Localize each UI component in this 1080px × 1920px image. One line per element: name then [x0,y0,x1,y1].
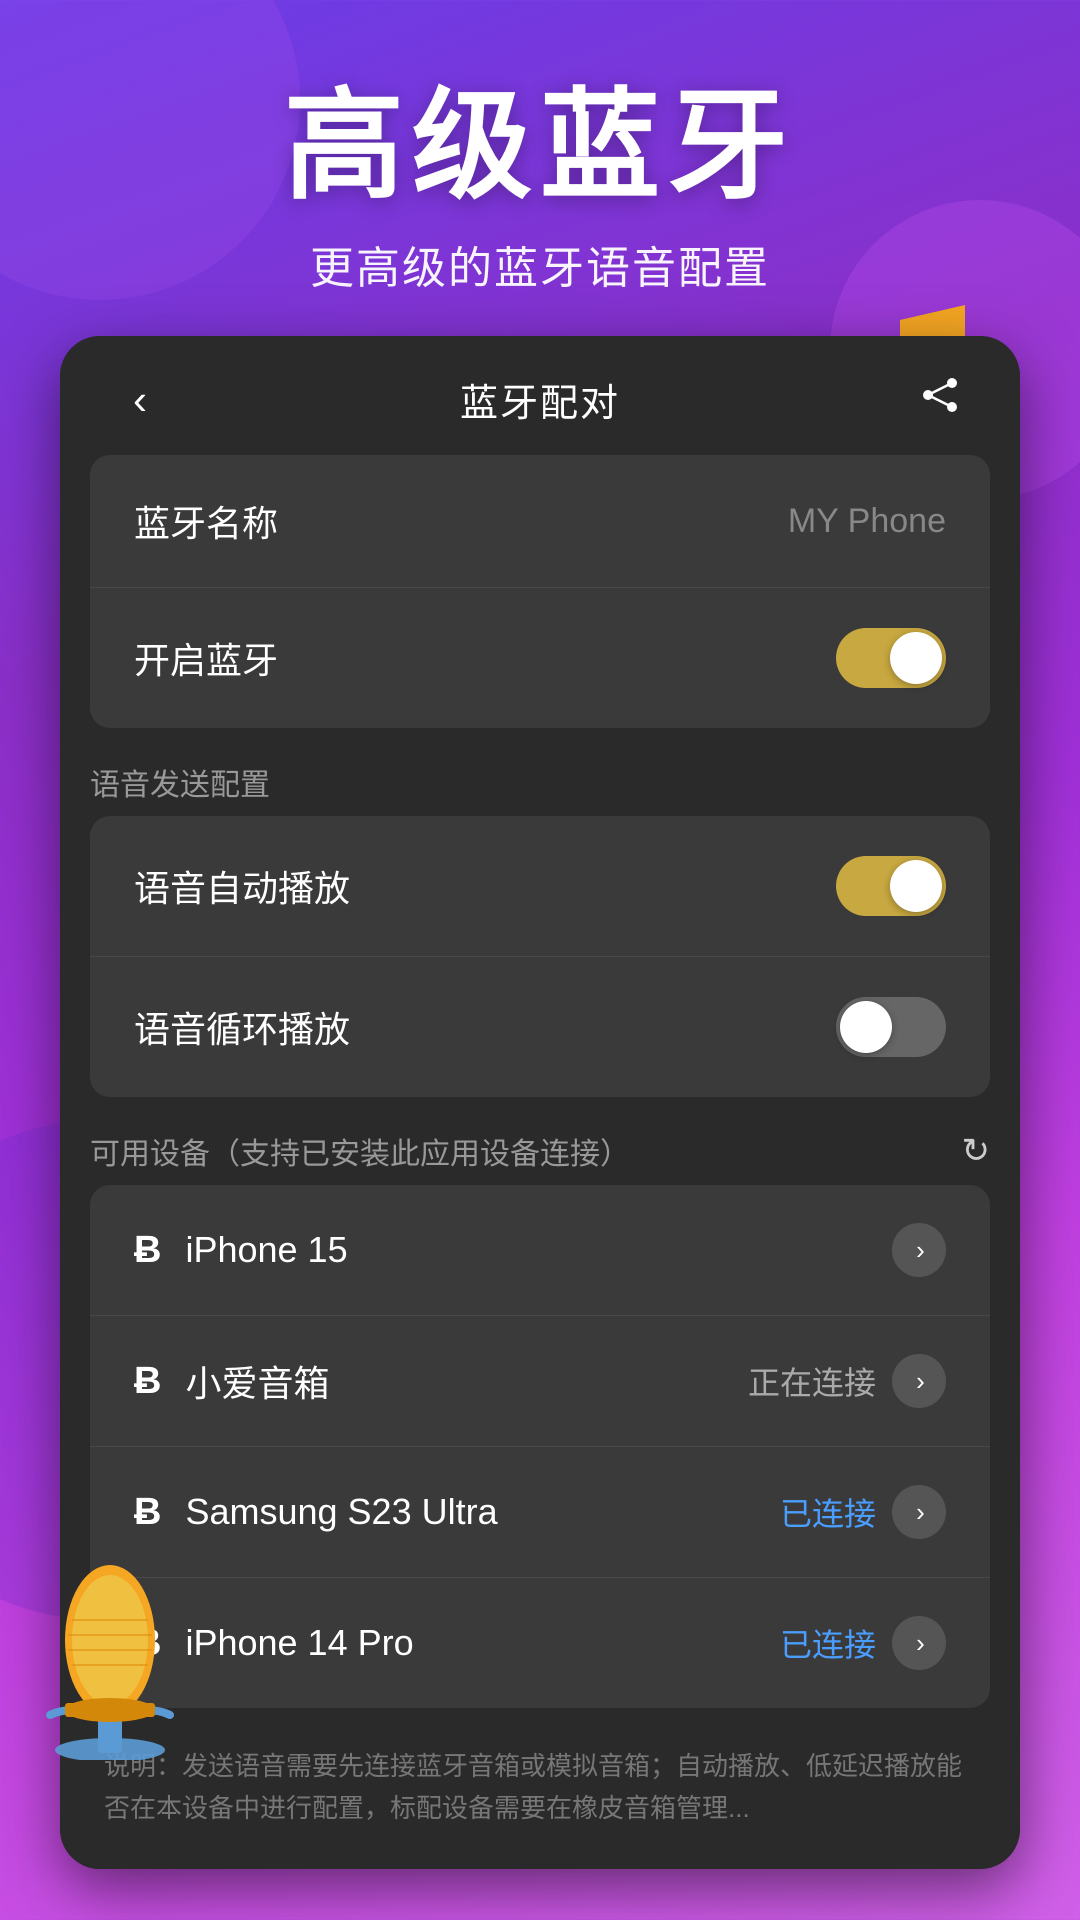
chevron-right-icon: › [916,1366,925,1397]
devices-section-header: 可用设备（支持已安装此应用设备连接） ↻ [60,1105,1020,1185]
device-list-card: Ƀ iPhone 15 › Ƀ 小爱音箱 正在连接 › [90,1185,990,1708]
phone-card: ‹ 蓝牙配对 蓝牙名称 MY Phone 开启蓝牙 [60,336,1020,1869]
share-button[interactable] [910,375,970,424]
device-status-iphone14: 已连接 [780,1620,876,1666]
bluetooth-enable-toggle[interactable] [836,628,946,688]
voice-section-label: 语音发送配置 [60,736,1020,816]
device-right-iphone14: 已连接 › [780,1616,946,1670]
device-status-samsung: 已连接 [780,1489,876,1535]
auto-play-row: 语音自动播放 [90,816,990,957]
bluetooth-enable-label: 开启蓝牙 [134,632,278,684]
toggle-thumb [890,632,942,684]
loop-play-toggle[interactable] [836,997,946,1057]
back-button[interactable]: ‹ [110,376,170,424]
nav-header: ‹ 蓝牙配对 [60,336,1020,455]
device-left-iphone15: Ƀ iPhone 15 [134,1229,348,1272]
auto-play-toggle[interactable] [836,856,946,916]
refresh-button[interactable]: ↻ [962,1131,991,1171]
nav-title: 蓝牙配对 [460,372,620,427]
bluetooth-icon: Ƀ [134,1360,161,1403]
device-right-xiaoai: 正在连接 › [748,1354,946,1408]
voice-settings-section: 语音自动播放 语音循环播放 [90,816,990,1097]
auto-play-thumb [890,860,942,912]
device-chevron-samsung[interactable]: › [892,1485,946,1539]
device-chevron-xiaoai[interactable]: › [892,1354,946,1408]
bluetooth-settings-section: 蓝牙名称 MY Phone 开启蓝牙 [90,455,990,728]
chevron-right-icon: › [916,1497,925,1528]
hero-subtitle: 更高级的蓝牙语音配置 [0,232,1080,296]
hero-title: 高级蓝牙 [0,80,1080,212]
loop-play-label: 语音循环播放 [134,1001,350,1053]
table-row: Ƀ Samsung S23 Ultra 已连接 › [90,1447,990,1578]
bluetooth-settings-card: 蓝牙名称 MY Phone 开启蓝牙 [90,455,990,728]
chevron-right-icon: › [916,1628,925,1659]
loop-play-thumb [840,1001,892,1053]
device-right-iphone15: › [892,1223,946,1277]
device-name-iphone15: iPhone 15 [185,1229,347,1271]
auto-play-label: 语音自动播放 [134,860,350,912]
voice-settings-card: 语音自动播放 语音循环播放 [90,816,990,1097]
device-name-iphone14: iPhone 14 Pro [185,1622,413,1664]
device-chevron-iphone15[interactable]: › [892,1223,946,1277]
device-left-samsung: Ƀ Samsung S23 Ultra [134,1491,498,1534]
device-chevron-iphone14[interactable]: › [892,1616,946,1670]
bluetooth-enable-row: 开启蓝牙 [90,588,990,728]
device-name-samsung: Samsung S23 Ultra [185,1491,497,1533]
microphone-decoration [30,1560,190,1760]
device-right-samsung: 已连接 › [780,1485,946,1539]
table-row: Ƀ iPhone 15 › [90,1185,990,1316]
chevron-right-icon: › [916,1235,925,1266]
hero-section: 高级蓝牙 更高级的蓝牙语音配置 [0,0,1080,336]
loop-play-row: 语音循环播放 [90,957,990,1097]
table-row: Ƀ 小爱音箱 正在连接 › [90,1316,990,1447]
bluetooth-name-label: 蓝牙名称 [134,495,278,547]
footer-note: 说明：发送语音需要先连接蓝牙音箱或模拟音箱；自动播放、低延迟播放能否在本设备中进… [60,1716,1020,1869]
device-status-xiaoai: 正在连接 [748,1358,876,1404]
device-name-xiaoai: 小爱音箱 [185,1355,329,1407]
bluetooth-icon: Ƀ [134,1229,161,1272]
bluetooth-name-value: MY Phone [788,502,946,541]
table-row: Ƀ iPhone 14 Pro 已连接 › [90,1578,990,1708]
bluetooth-icon: Ƀ [134,1491,161,1534]
devices-section-label: 可用设备（支持已安装此应用设备连接） [90,1129,630,1173]
bluetooth-name-row: 蓝牙名称 MY Phone [90,455,990,588]
device-left-xiaoai: Ƀ 小爱音箱 [134,1355,329,1407]
